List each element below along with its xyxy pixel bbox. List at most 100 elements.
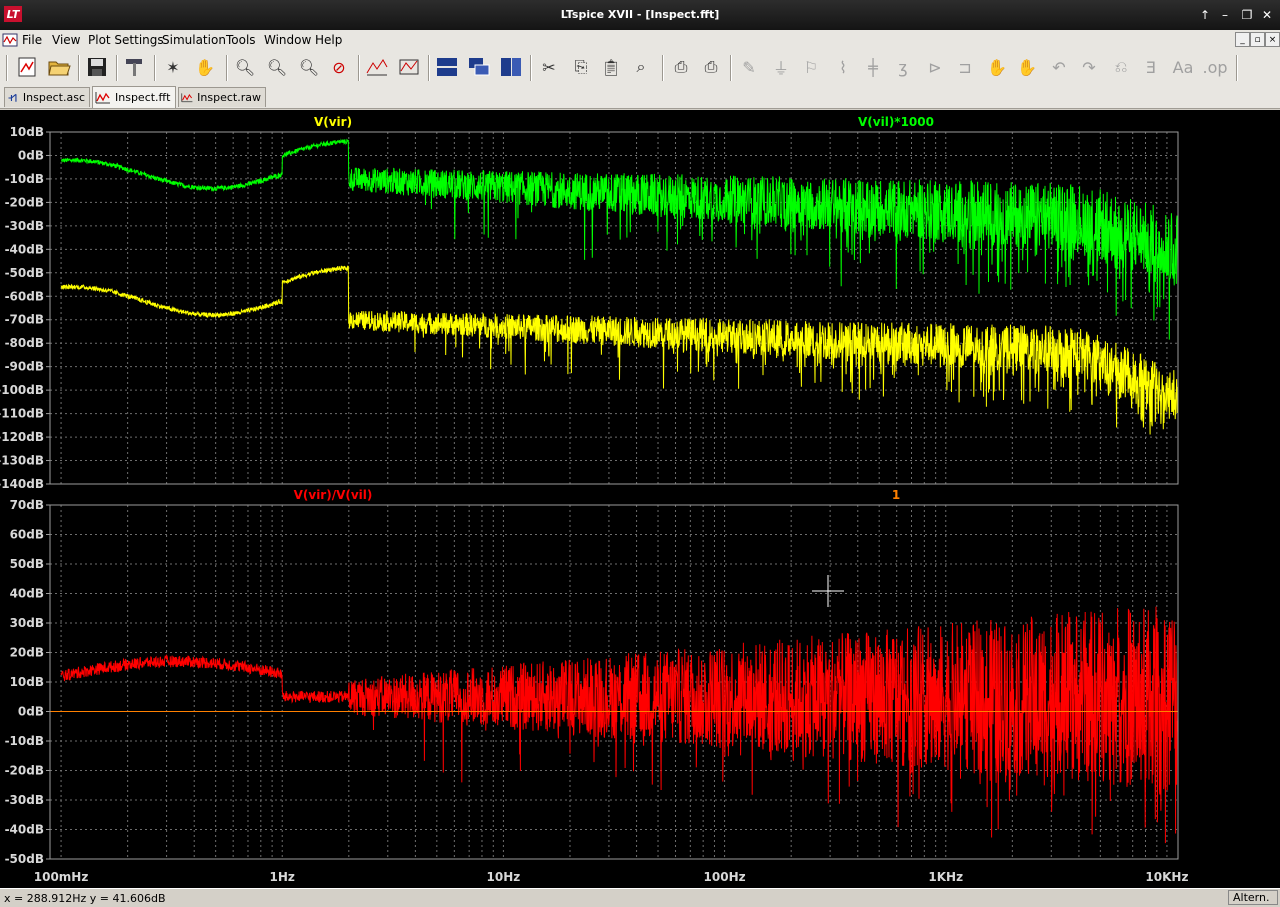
- drag-hand-icon[interactable]: ✋: [1014, 54, 1040, 80]
- menu-simulation[interactable]: Simulation: [162, 33, 226, 47]
- copy-icon[interactable]: ⎘: [568, 54, 594, 80]
- save-icon[interactable]: [84, 54, 110, 80]
- y-tick-label: 60dB: [10, 528, 44, 542]
- legend-v-vil-1000[interactable]: V(vil)*1000: [858, 115, 934, 129]
- legend-constant-1[interactable]: 1: [892, 488, 900, 502]
- shade-icon[interactable]: ↑: [1196, 6, 1214, 24]
- close-icon[interactable]: ✕: [1258, 6, 1276, 24]
- trace-v-vir: [60, 265, 1179, 435]
- y-tick-label: -20dB: [5, 195, 44, 209]
- menu-view[interactable]: View: [52, 33, 80, 47]
- document-tab-bar: Inspect.asc Inspect.fft Inspect.raw: [0, 86, 1280, 109]
- x-tick-label: 1Hz: [270, 870, 295, 884]
- print-icon[interactable]: ⎙: [698, 54, 724, 80]
- trace-v-vil-1000: [60, 138, 1179, 340]
- menu-tools[interactable]: Tools: [226, 33, 256, 47]
- find-binoculars-icon[interactable]: ⌕: [628, 54, 654, 80]
- minimize-icon[interactable]: –: [1216, 6, 1234, 24]
- tab-inspect-raw[interactable]: Inspect.raw: [178, 87, 266, 107]
- print-preview-icon[interactable]: ⎙: [668, 54, 694, 80]
- run-simulation-icon[interactable]: ✶: [160, 54, 186, 80]
- menu-help[interactable]: Help: [315, 33, 342, 47]
- inductor-icon[interactable]: ʒ: [890, 54, 916, 80]
- zoom-fit-icon[interactable]: ⊘: [326, 54, 352, 80]
- y-tick-label: -50dB: [5, 266, 44, 280]
- tab-inspect-asc[interactable]: Inspect.asc: [4, 87, 90, 107]
- diode-icon[interactable]: ⊳: [922, 54, 948, 80]
- rotate-icon[interactable]: ⎌: [1108, 54, 1134, 80]
- pick-visible-traces-icon[interactable]: [396, 54, 422, 80]
- halt-hand-icon[interactable]: ✋: [192, 54, 218, 80]
- y-tick-label: -80dB: [5, 336, 44, 350]
- paste-icon[interactable]: 📋︎: [598, 54, 624, 80]
- y-tick-label: -130dB: [0, 454, 44, 468]
- y-tick-label: -90dB: [5, 360, 44, 374]
- zoom-in-icon[interactable]: 🔍︎: [232, 54, 258, 80]
- cursor-coordinates: x = 288.912Hz y = 41.606dB: [4, 892, 166, 905]
- status-mode: Altern.: [1228, 890, 1278, 905]
- x-tick-label: 1KHz: [928, 870, 963, 884]
- resistor-icon[interactable]: ⌇: [830, 54, 856, 80]
- y-tick-label: -10dB: [5, 734, 44, 748]
- mdi-restore-icon[interactable]: ▫: [1250, 32, 1265, 47]
- trace-v-vir-over-v-vil: [60, 606, 1179, 844]
- document-waveform-icon[interactable]: [2, 32, 18, 48]
- mdi-minimize-icon[interactable]: _: [1235, 32, 1250, 47]
- text-icon[interactable]: Aa: [1170, 54, 1196, 80]
- y-tick-label: -140dB: [0, 477, 44, 491]
- y-tick-label: -50dB: [5, 852, 44, 866]
- y-tick-label: -60dB: [5, 289, 44, 303]
- redo-icon[interactable]: ↷: [1076, 54, 1102, 80]
- tile-vertical-icon[interactable]: [498, 54, 524, 80]
- toolbar: ✶ ✋ 🔍︎ 🔍︎ 🔍︎ ⊘ ✂ ⎘ 📋︎ ⌕ ⎙ ⎙ ✎ ⏚ ⚐ ⌇ ╪ ʒ …: [0, 50, 1280, 86]
- y-tick-label: -30dB: [5, 219, 44, 233]
- y-tick-label: -120dB: [0, 430, 44, 444]
- open-folder-icon[interactable]: [46, 54, 72, 80]
- waveform-viewer[interactable]: 10dB 0dB -10dB -20dB -30dB -40dB -50dB -60dB -70…: [0, 110, 1280, 888]
- cascade-windows-icon[interactable]: [466, 54, 492, 80]
- draw-wire-pencil-icon[interactable]: ✎: [736, 54, 762, 80]
- maximize-icon[interactable]: ❐: [1238, 6, 1256, 24]
- new-schematic-icon[interactable]: [14, 54, 40, 80]
- cut-scissors-icon[interactable]: ✂: [536, 54, 562, 80]
- y-tick-label: -40dB: [5, 823, 44, 837]
- component-icon[interactable]: ⊐: [952, 54, 978, 80]
- y-tick-label: 10dB: [10, 125, 44, 139]
- legend-v-vir[interactable]: V(vir): [314, 115, 352, 129]
- zoom-out-icon[interactable]: 🔍︎: [296, 54, 322, 80]
- undo-icon[interactable]: ↶: [1046, 54, 1072, 80]
- mirror-icon[interactable]: Ǝ: [1138, 54, 1164, 80]
- plot-canvas[interactable]: 10dB0dB-10dB-20dB-30dB-40dB-50dB-60dB-70…: [0, 110, 1280, 888]
- menu-file[interactable]: File: [22, 33, 42, 47]
- y-tick-label: 40dB: [10, 587, 44, 601]
- y-tick-label: 10dB: [10, 675, 44, 689]
- x-tick-label: 10KHz: [1145, 870, 1188, 884]
- menu-window[interactable]: Window: [264, 33, 311, 47]
- crosshair-cursor: [812, 575, 844, 607]
- title-bar: LT LTspice XVII - [Inspect.fft] ↑ – ❐ ✕: [0, 0, 1280, 30]
- mdi-close-icon[interactable]: ×: [1265, 32, 1280, 47]
- autorange-icon[interactable]: [364, 54, 390, 80]
- x-tick-label: 100Hz: [704, 870, 746, 884]
- menu-plot-settings[interactable]: Plot Settings: [88, 33, 164, 47]
- control-panel-hammer-icon[interactable]: [122, 54, 148, 80]
- spice-directive-icon[interactable]: .op: [1202, 54, 1228, 80]
- schematic-icon: [8, 93, 17, 102]
- menu-bar: File View Plot Settings Simulation Tools…: [0, 30, 1280, 51]
- status-bar: x = 288.912Hz y = 41.606dB Altern.: [0, 888, 1280, 907]
- ground-icon[interactable]: ⏚: [768, 54, 794, 80]
- tab-label: Inspect.raw: [197, 91, 261, 104]
- label-net-icon[interactable]: ⚐: [798, 54, 824, 80]
- waveform-icon: [95, 91, 110, 103]
- capacitor-icon[interactable]: ╪: [860, 54, 886, 80]
- x-tick-label: 10Hz: [487, 870, 521, 884]
- move-hand-icon[interactable]: ✋: [984, 54, 1010, 80]
- y-tick-label: -40dB: [5, 242, 44, 256]
- tile-horizontal-icon[interactable]: [434, 54, 460, 80]
- zoom-pan-icon[interactable]: 🔍︎: [264, 54, 290, 80]
- tab-label: Inspect.asc: [22, 91, 85, 104]
- y-tick-label: 20dB: [10, 646, 44, 660]
- legend-v-vir-over-v-vil[interactable]: V(vir)/V(vil): [294, 488, 373, 502]
- tab-inspect-fft[interactable]: Inspect.fft: [92, 86, 176, 108]
- y-tick-label: -110dB: [0, 407, 44, 421]
